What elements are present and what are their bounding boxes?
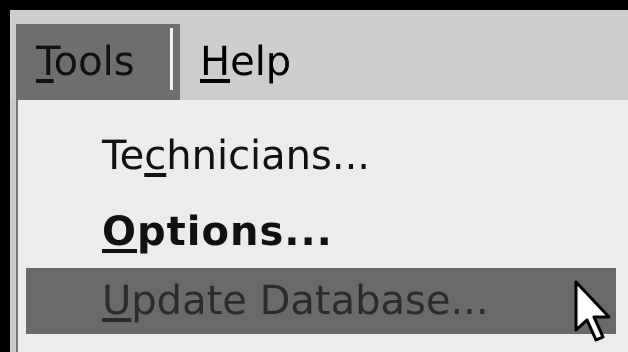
menu-help[interactable]: Help: [180, 24, 320, 100]
menu-help-label: elp: [230, 39, 292, 85]
menu-help-mnemonic: H: [200, 39, 231, 85]
menu-item-options[interactable]: Options...: [26, 200, 616, 264]
menu-item-mnemonic: O: [102, 209, 138, 255]
menu-item-mnemonic: c: [144, 133, 167, 179]
tools-dropdown-menu: Technicians... Options... Update Databas…: [16, 100, 628, 352]
menu-item-label-pre: Te: [102, 133, 145, 179]
menu-item-update-database[interactable]: Update Database...: [26, 268, 616, 334]
menu-bar: Tools Help: [10, 10, 628, 100]
window-frame: Tools Help Technicians... Options... Upd…: [10, 10, 628, 352]
menu-tools[interactable]: Tools: [16, 24, 180, 100]
menu-item-label-post: pdate Database...: [131, 278, 489, 324]
menu-item-label-post: hnicians...: [166, 133, 371, 179]
menu-item-technicians[interactable]: Technicians...: [26, 124, 616, 188]
menu-tools-label: ools: [53, 39, 135, 85]
menu-item-mnemonic: U: [102, 278, 132, 324]
menu-item-label-post: ptions...: [137, 209, 333, 255]
arrow-pointer-icon: [574, 280, 611, 342]
menu-tools-mnemonic: T: [36, 39, 54, 85]
menubar-separator: [170, 28, 173, 90]
